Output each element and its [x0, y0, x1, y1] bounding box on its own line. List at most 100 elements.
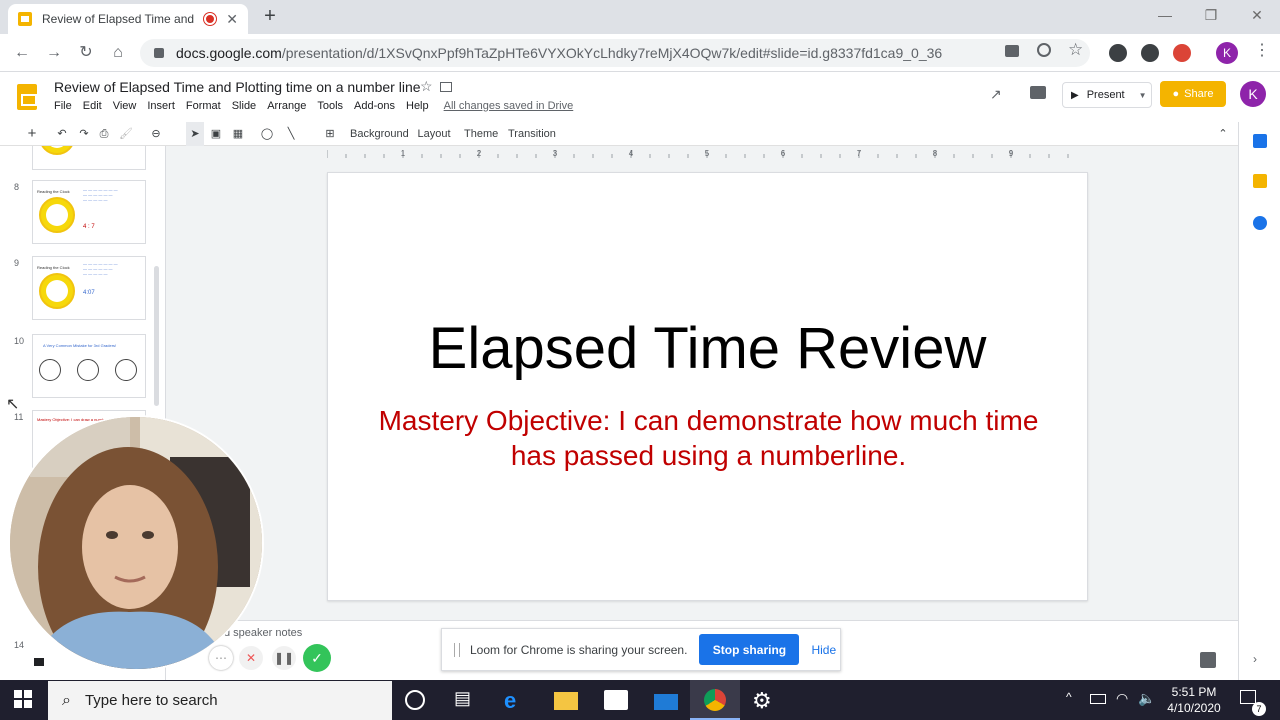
layout-button[interactable]: Layout [414, 122, 454, 146]
taskbar-search[interactable]: ⌕ Type here to search [48, 681, 392, 720]
present-dropdown-icon[interactable]: ▼ [1139, 91, 1147, 100]
comments-icon[interactable] [1030, 86, 1046, 99]
back-icon[interactable]: ← [8, 40, 36, 66]
document-title[interactable]: Review of Elapsed Time and Plotting time… [54, 79, 421, 95]
slide-thumbnail-9[interactable]: Reading the Clock — — — — — — — — — — — —… [32, 256, 146, 320]
transition-button[interactable]: Transition [508, 122, 556, 146]
windows-start-icon[interactable] [14, 690, 32, 708]
cortana-icon[interactable] [405, 690, 425, 710]
cancel-recording-icon[interactable]: ✕ [239, 646, 263, 670]
menu-file[interactable]: File [54, 100, 72, 112]
theme-button[interactable]: Theme [464, 122, 498, 146]
expand-panel-icon[interactable]: › [1253, 652, 1257, 666]
side-panel: › [1238, 122, 1280, 680]
calendar-icon[interactable] [1253, 134, 1267, 148]
redo-icon[interactable]: ↷ [76, 122, 92, 146]
webcam-bubble[interactable] [8, 415, 264, 671]
pause-recording-icon[interactable]: ❚❚ [272, 646, 296, 670]
paint-format-icon[interactable]: 🖌 [118, 122, 134, 146]
reload-icon[interactable]: ↻ [72, 40, 100, 66]
menu-format[interactable]: Format [186, 100, 221, 112]
more-options-icon[interactable]: ⋯ [209, 646, 233, 670]
select-icon[interactable]: ➤ [186, 122, 204, 146]
system-clock[interactable]: 5:51 PM 4/10/2020 [1158, 684, 1230, 716]
shape-icon[interactable]: ◯ [258, 122, 276, 146]
restore-icon[interactable]: ❐ [1188, 0, 1234, 30]
bookmark-star-icon[interactable]: ☆ [1068, 40, 1083, 60]
finish-recording-icon[interactable]: ✓ [303, 644, 331, 672]
save-status[interactable]: All changes saved in Drive [444, 100, 574, 112]
file-explorer-icon[interactable] [554, 692, 578, 710]
menu-help[interactable]: Help [406, 100, 429, 112]
tab-close-icon[interactable]: ✕ [226, 11, 238, 28]
star-icon[interactable]: ☆ [420, 78, 433, 95]
home-icon[interactable]: ⌂ [104, 40, 132, 66]
menu-slide[interactable]: Slide [232, 100, 256, 112]
address-bar[interactable]: docs.google.com/presentation/d/1XSvQnxPp… [140, 39, 1090, 67]
store-icon[interactable] [604, 690, 628, 710]
move-folder-icon[interactable] [440, 82, 452, 92]
slides-logo-icon[interactable] [17, 84, 37, 110]
tasks-icon[interactable] [1253, 216, 1267, 230]
menu-edit[interactable]: Edit [83, 100, 102, 112]
slide-subtitle[interactable]: Mastery Objective: I can demonstrate how… [368, 403, 1049, 473]
print-icon[interactable]: ⎙ [96, 122, 112, 146]
edge-icon[interactable]: e [504, 688, 528, 713]
slide-thumbnail-7[interactable] [32, 146, 146, 170]
explore-icon[interactable] [1200, 652, 1216, 668]
background-button[interactable]: Background [350, 122, 409, 146]
undo-icon[interactable]: ↶ [54, 122, 70, 146]
menu-arrange[interactable]: Arrange [267, 100, 306, 112]
image-icon[interactable]: ▦ [228, 122, 248, 146]
battery-icon[interactable] [1090, 694, 1106, 704]
zoom-icon[interactable] [1037, 43, 1051, 57]
slide-thumbnail-8[interactable]: Reading the Clock — — — — — — — — — — — —… [32, 180, 146, 244]
keep-icon[interactable] [1253, 174, 1267, 188]
minimize-icon[interactable]: — [1142, 0, 1188, 30]
volume-icon[interactable]: 🔈 [1138, 690, 1155, 707]
line-icon[interactable]: ╲ [282, 122, 300, 146]
show-hidden-icons-icon[interactable]: ^ [1066, 690, 1072, 704]
browser-profile-avatar[interactable]: K [1216, 42, 1238, 64]
drag-handle-icon[interactable] [454, 642, 460, 657]
current-slide[interactable]: Elapsed Time Review Mastery Objective: I… [327, 172, 1088, 601]
url-path: /presentation/d/1XSvQnxPpf9hTaZpHTe6VYXO… [281, 45, 943, 61]
chrome-taskbar-button[interactable] [690, 680, 740, 720]
browser-menu-icon[interactable]: ⋮ [1254, 40, 1270, 60]
filmstrip-scrollbar[interactable] [154, 266, 159, 406]
extension-heart-icon[interactable] [1141, 44, 1159, 62]
task-view-icon[interactable]: ▤ [454, 688, 478, 712]
settings-gear-icon[interactable]: ⚙ [752, 688, 776, 713]
new-slide-icon[interactable]: + [20, 122, 44, 146]
notifications-icon[interactable] [1240, 690, 1256, 704]
browser-tab[interactable]: Review of Elapsed Time and ✕ [8, 4, 248, 34]
slide-thumbnail-10[interactable]: A Very Common Mistake for 3rd Graders! [32, 334, 146, 398]
text-box-icon[interactable]: ▣ [208, 122, 224, 146]
account-avatar[interactable]: K [1240, 81, 1266, 107]
wifi-icon[interactable]: ◠ [1116, 690, 1128, 707]
new-tab-button[interactable]: + [258, 4, 282, 30]
slides-favicon-icon [18, 12, 32, 26]
loom-extension-icon[interactable] [1173, 44, 1191, 62]
collapse-toolbar-icon[interactable]: ⌃ [1214, 122, 1232, 146]
stop-sharing-button[interactable]: Stop sharing [699, 634, 800, 665]
extension-shield-icon[interactable] [1109, 44, 1127, 62]
activity-trend-icon[interactable]: ↗ [990, 86, 1002, 103]
window-close-icon[interactable]: ✕ [1234, 0, 1280, 30]
menu-insert[interactable]: Insert [147, 100, 175, 112]
mail-icon[interactable] [654, 694, 678, 710]
menu-view[interactable]: View [113, 100, 137, 112]
present-button[interactable]: ▶ Present ▼ [1062, 82, 1152, 108]
zoom-tool-icon[interactable]: ⊖ [146, 122, 166, 146]
hide-button[interactable]: Hide [811, 643, 836, 657]
grid-view-icon[interactable] [34, 658, 44, 666]
share-button[interactable]: ● Share [1160, 81, 1226, 107]
thumb-answer: 4:07 [83, 290, 95, 296]
menu-addons[interactable]: Add-ons [354, 100, 395, 112]
forward-icon[interactable]: → [40, 40, 68, 66]
camera-icon[interactable] [1005, 45, 1019, 57]
speaker-notes-placeholder[interactable]: d speaker notes [224, 627, 302, 639]
add-comment-icon[interactable]: ⊞ [322, 122, 338, 146]
menu-tools[interactable]: Tools [317, 100, 343, 112]
slide-title[interactable]: Elapsed Time Review [328, 315, 1087, 382]
